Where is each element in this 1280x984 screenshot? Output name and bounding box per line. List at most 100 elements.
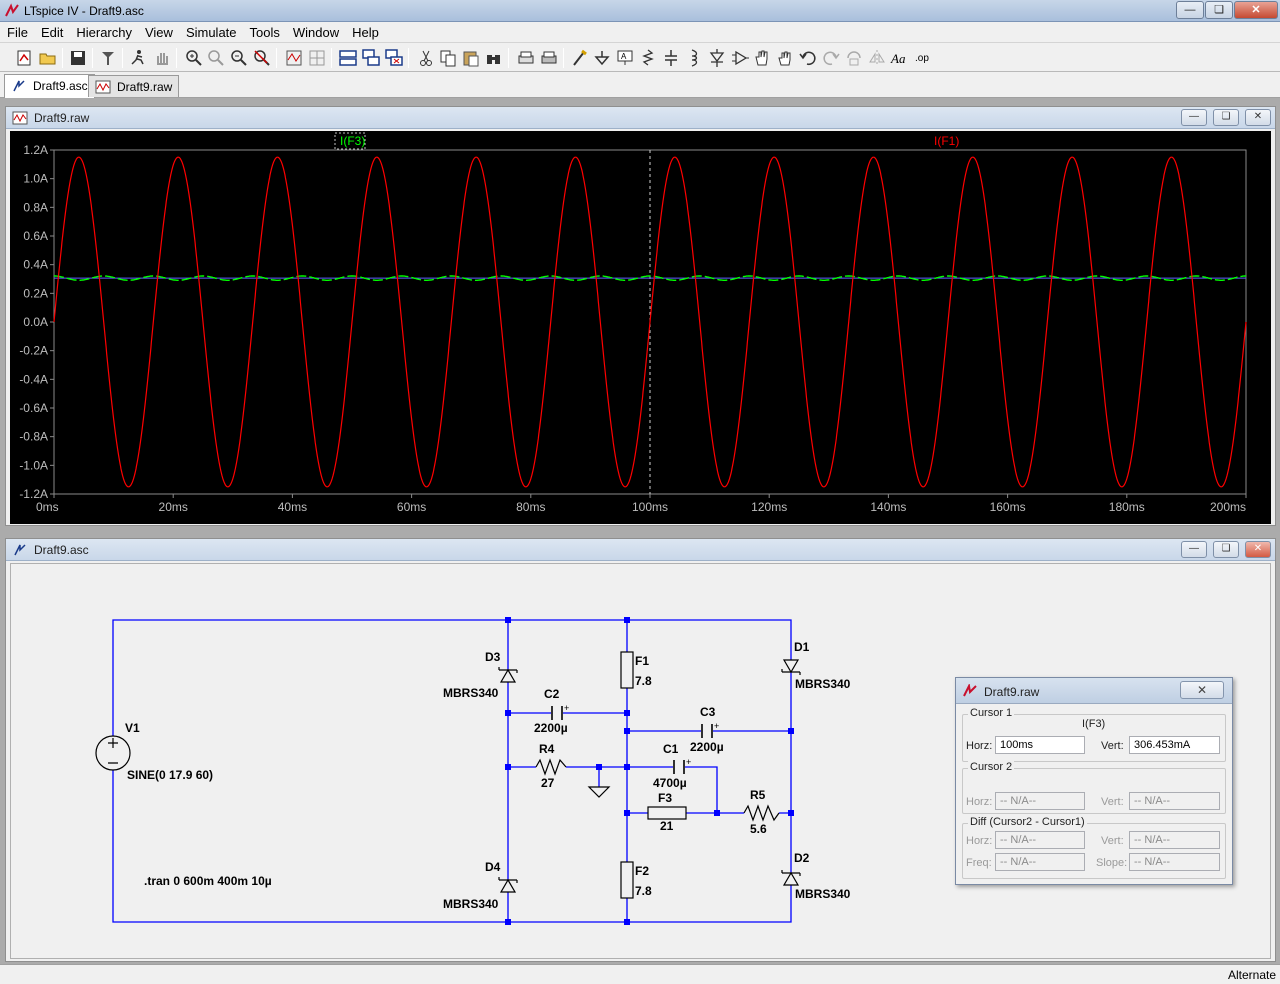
schematic-window-title: Draft9.asc xyxy=(34,543,89,557)
v1-label: V1 xyxy=(125,721,140,735)
status-bar: Alternate xyxy=(0,964,1280,984)
cursor1-horz-field[interactable]: 100ms xyxy=(995,736,1085,754)
cursor-dialog-close-button[interactable]: ✕ xyxy=(1180,681,1224,699)
save-icon[interactable] xyxy=(68,48,88,68)
menu-window[interactable]: Window xyxy=(286,22,345,42)
inductor-icon[interactable] xyxy=(684,48,704,68)
zoom-in-icon[interactable] xyxy=(184,48,204,68)
label-net-icon[interactable]: A xyxy=(615,48,635,68)
schematic-icon xyxy=(14,544,26,556)
close-button[interactable]: ✕ xyxy=(1234,1,1278,19)
spice-directive-icon[interactable]: .op xyxy=(913,48,933,68)
cursor2-vert-label: Vert: xyxy=(1101,796,1124,808)
f3-value: 21 xyxy=(660,819,674,833)
minimize-button[interactable]: — xyxy=(1176,1,1204,19)
cursor1-vert-label: Vert: xyxy=(1101,740,1124,752)
cascade-icon[interactable] xyxy=(361,48,381,68)
menu-simulate[interactable]: Simulate xyxy=(179,22,243,42)
wire-icon[interactable] xyxy=(570,48,590,68)
run-icon[interactable] xyxy=(128,48,148,68)
x-tick-label: 20ms xyxy=(159,500,188,514)
cursor1-vert-field[interactable]: 306.453mA xyxy=(1129,736,1220,754)
schematic-minimize-button[interactable]: — xyxy=(1181,541,1207,558)
diode-icon[interactable] xyxy=(707,48,727,68)
waveform-window-title: Draft9.raw xyxy=(34,111,90,125)
new-schematic-icon[interactable] xyxy=(14,48,34,68)
d2-label: D2 xyxy=(794,851,810,865)
resistor-icon[interactable] xyxy=(638,48,658,68)
f2-label: F2 xyxy=(635,864,650,878)
y-tick-label: 1.2A xyxy=(23,143,48,157)
y-tick-label: -1.2A xyxy=(19,487,48,501)
paste-icon[interactable] xyxy=(461,48,481,68)
component-icon[interactable] xyxy=(730,48,750,68)
waveform-close-button[interactable]: ✕ xyxy=(1245,109,1271,126)
capacitor-icon[interactable] xyxy=(661,48,681,68)
menu-hierarchy[interactable]: Hierarchy xyxy=(69,22,138,42)
open-icon[interactable] xyxy=(38,48,58,68)
rotate-icon[interactable] xyxy=(844,48,864,68)
grid-icon[interactable] xyxy=(307,48,327,68)
tab-draft9-raw[interactable]: Draft9.raw xyxy=(88,75,180,97)
diff-horz-label: Horz: xyxy=(966,835,993,847)
copy-icon[interactable] xyxy=(438,48,458,68)
diff-freq-label: Freq: xyxy=(966,857,992,869)
spice-directive[interactable]: .tran 0 600m 400m 10µ xyxy=(144,874,272,888)
y-tick-label: 0.8A xyxy=(23,200,48,214)
waveform-maximize-button[interactable]: ❏ xyxy=(1213,109,1239,126)
zoom-out-icon[interactable] xyxy=(229,48,249,68)
trace-label-i-f3[interactable]: I(F3) xyxy=(340,134,365,148)
y-tick-label: 1.0A xyxy=(23,172,48,186)
close-windows-icon[interactable] xyxy=(384,48,404,68)
find-icon[interactable] xyxy=(484,48,504,68)
f3-label: F3 xyxy=(658,791,673,805)
d1-model: MBRS340 xyxy=(795,677,851,691)
y-tick-label: 0.6A xyxy=(23,229,48,243)
schematic-icon xyxy=(13,80,25,92)
text-icon[interactable]: Aa xyxy=(890,48,910,68)
x-tick-label: 60ms xyxy=(397,500,426,514)
f2-value: 7.8 xyxy=(635,884,652,898)
control-panel-icon[interactable] xyxy=(98,48,118,68)
schematic-maximize-button[interactable]: ❏ xyxy=(1213,541,1239,558)
cursor1-horz-label: Horz: xyxy=(966,740,993,752)
menu-tools[interactable]: Tools xyxy=(243,22,286,42)
cut-icon[interactable] xyxy=(416,48,436,68)
menu-edit[interactable]: Edit xyxy=(34,22,69,42)
move-icon[interactable] xyxy=(752,48,772,68)
drag-icon[interactable] xyxy=(775,48,795,68)
ground-icon[interactable] xyxy=(592,48,612,68)
diff-slope-label: Slope: xyxy=(1096,857,1128,869)
diff-slope-field: -- N/A-- xyxy=(1129,853,1220,871)
restore-button[interactable]: ❏ xyxy=(1205,1,1233,19)
trace-label-i-f1[interactable]: I(F1) xyxy=(934,134,959,148)
svg-text:.op: .op xyxy=(915,53,929,64)
redo-icon[interactable] xyxy=(821,48,841,68)
waveform-plot[interactable]: 1.2A 1.0A 0.8A 0.6A 0.4A 0.2A 0.0A -0.2A -0.4A -0… xyxy=(10,131,1271,524)
diff-horz-field: -- N/A-- xyxy=(995,831,1085,849)
waveform-minimize-button[interactable]: — xyxy=(1181,109,1207,126)
waveform-window: Draft9.raw — ❏ ✕ 1.2A 1.0A 0.8A 0.6A 0.4A 0.2… xyxy=(5,106,1276,526)
menu-help[interactable]: Help xyxy=(345,22,385,42)
schematic-close-button[interactable]: ✕ xyxy=(1245,541,1271,558)
waveform-chart[interactable]: 1.2A 1.0A 0.8A 0.6A 0.4A 0.2A 0.0A -0.2A -0.4A -0… xyxy=(10,131,1271,524)
x-tick-label: 0ms xyxy=(36,500,59,514)
zoom-full-icon[interactable] xyxy=(206,48,226,68)
d3-label: D3 xyxy=(485,650,501,664)
cursor2-vert-field: -- N/A-- xyxy=(1129,792,1220,810)
print-preview-icon[interactable] xyxy=(516,48,536,68)
halt-icon[interactable] xyxy=(152,48,172,68)
print-icon[interactable] xyxy=(539,48,559,68)
undo-icon[interactable] xyxy=(798,48,818,68)
c2-label: C2 xyxy=(544,687,560,701)
autorange-icon[interactable] xyxy=(284,48,304,68)
tile-horizontal-icon[interactable] xyxy=(338,48,358,68)
x-tick-label: 180ms xyxy=(1109,500,1145,514)
window-titlebar: LTspice IV - Draft9.asc — ❏ ✕ xyxy=(0,0,1280,22)
mirror-icon[interactable] xyxy=(867,48,887,68)
tab-draft9-asc[interactable]: Draft9.asc xyxy=(4,74,95,98)
diff-vert-field: -- N/A-- xyxy=(1129,831,1220,849)
menu-file[interactable]: File xyxy=(0,22,34,42)
menu-view[interactable]: View xyxy=(138,22,179,42)
zoom-cancel-icon[interactable] xyxy=(252,48,272,68)
